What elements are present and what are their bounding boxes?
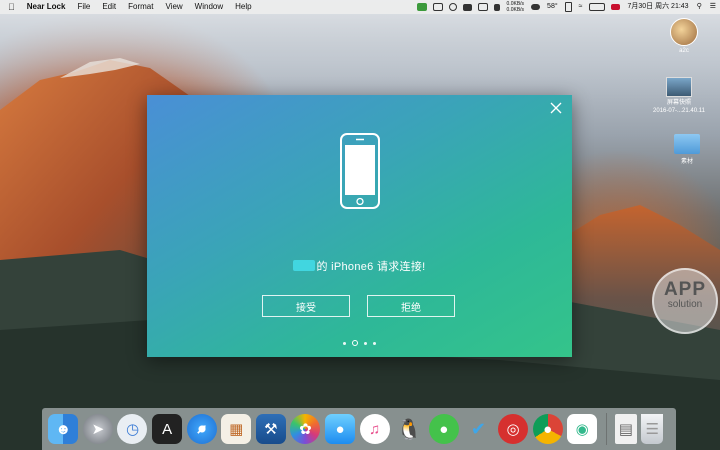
decline-button[interactable]: 拒绝: [367, 295, 455, 317]
clock[interactable]: 7月30日 周六 21:43: [623, 0, 692, 14]
desktop-icon-label: 素材: [680, 159, 693, 165]
trash-icon[interactable]: ☰: [641, 414, 664, 444]
xcode-icon[interactable]: ⚒: [255, 414, 286, 444]
mail-icon[interactable]: [462, 3, 472, 11]
page-dot[interactable]: [343, 341, 346, 345]
app-solution-watermark: APP solution: [652, 268, 718, 334]
preview-icon[interactable]: ▦: [221, 414, 252, 444]
finder-icon[interactable]: ☻: [48, 414, 79, 444]
messages-icon[interactable]: ●: [325, 414, 356, 444]
cloud-icon[interactable]: [531, 4, 541, 10]
menu-bar:  Near Lock File Edit Format View Window…: [0, 0, 720, 14]
close-icon[interactable]: [550, 102, 562, 114]
temperature[interactable]: 58°: [543, 0, 562, 14]
qq-icon[interactable]: 🐧: [394, 414, 424, 444]
screen-icon[interactable]: [432, 3, 443, 11]
connection-request-dialog: 的 iPhone6 请求连接! 接受 拒绝: [147, 95, 572, 357]
wechat-icon[interactable]: ●: [428, 414, 459, 444]
wifi-icon[interactable]: ≈: [575, 0, 587, 14]
desktop-icon-label: a2c: [679, 48, 689, 54]
clock-icon[interactable]: ◷: [117, 414, 148, 444]
page-indicator: [147, 340, 572, 346]
desktop:  Near Lock File Edit Format View Window…: [0, 0, 720, 450]
spotlight-icon[interactable]: ⚲: [693, 0, 706, 14]
battery-icon[interactable]: [589, 3, 606, 11]
menu-view[interactable]: View: [159, 0, 188, 14]
volume-icon[interactable]: [493, 3, 500, 11]
location-icon[interactable]: [448, 3, 457, 11]
chrome-icon[interactable]: ●: [532, 414, 563, 444]
dock: ☻ ➤ ◷ A ➚ ▦ ⚒ ✿ ● ♫ 🐧 ● ✔ ◎ ● ◉ ▤ ☰: [42, 408, 676, 450]
redacted-device-owner: [293, 260, 316, 271]
flag-icon[interactable]: [611, 4, 621, 10]
migration-icon[interactable]: ✔: [463, 414, 493, 444]
menu-format[interactable]: Format: [122, 0, 159, 14]
itunes-icon[interactable]: ♫: [359, 414, 390, 444]
menu-help[interactable]: Help: [229, 0, 257, 14]
apple-menu-icon[interactable]: : [0, 2, 21, 12]
desktop-icon-label: 屏幕快照 2016-07-...21.40.11: [653, 100, 705, 114]
connection-prompt: 的 iPhone6 请求连接!: [147, 258, 572, 274]
folder-icon: [674, 134, 700, 154]
menu-edit[interactable]: Edit: [96, 0, 122, 14]
page-dot[interactable]: [364, 341, 367, 345]
page-dot[interactable]: [373, 341, 376, 345]
network-speed[interactable]: 0.0KB/s 0.0KB/s: [503, 1, 529, 13]
accept-button[interactable]: 接受: [262, 295, 350, 317]
desktop-icon-folder[interactable]: 素材: [660, 134, 714, 165]
desktop-icon-screenshot[interactable]: 屏幕快照 2016-07-...21.40.11: [652, 77, 706, 115]
near-lock-icon[interactable]: ◉: [567, 414, 598, 444]
page-dot-active[interactable]: [352, 340, 358, 346]
photos-icon[interactable]: ✿: [290, 414, 321, 444]
prompt-text: 的 iPhone6 请求连接!: [316, 261, 426, 273]
menu-window[interactable]: Window: [189, 0, 229, 14]
netease-music-icon[interactable]: ◎: [498, 414, 529, 444]
safari-icon[interactable]: ➚: [186, 414, 217, 444]
menu-app-name[interactable]: Near Lock: [21, 0, 72, 14]
notification-center-icon[interactable]: ☰: [706, 0, 720, 14]
dock-separator: [605, 413, 607, 445]
display-icon[interactable]: [477, 3, 488, 11]
iphone-icon: [340, 133, 380, 209]
desktop-icon-user[interactable]: a2c: [657, 18, 711, 54]
battery-status-icon[interactable]: [416, 3, 427, 11]
menu-file[interactable]: File: [71, 0, 96, 14]
avatar-icon: [670, 18, 698, 46]
net-down: 0.0KB/s: [506, 7, 525, 13]
launchpad-icon[interactable]: ➤: [82, 414, 113, 444]
bluetooth-icon[interactable]: [564, 2, 572, 12]
documents-icon[interactable]: ▤: [614, 414, 637, 444]
font-book-icon[interactable]: A: [152, 414, 183, 444]
status-area: 0.0KB/s 0.0KB/s 58° ≈ 7月30日 周六 21:43 ⚲ ☰: [414, 0, 720, 14]
screenshot-file-icon: [666, 77, 692, 97]
watermark-line1: APP: [663, 279, 707, 300]
